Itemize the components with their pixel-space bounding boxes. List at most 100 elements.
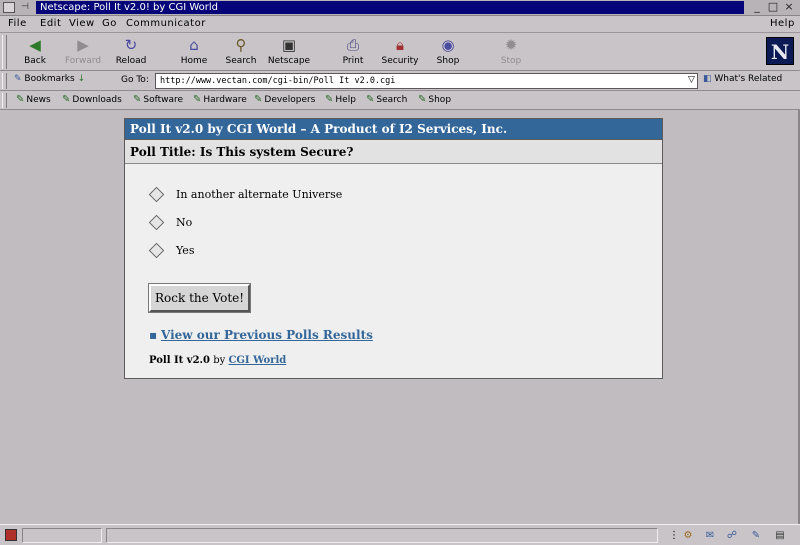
stop-label: Stop [500,56,522,66]
poll-credit: Poll It v2.0 by CGI World [149,355,286,366]
navigation-toolbar: ◀ Back ▶ Forward ↻ Reload ⌂ Home ⚲ Searc… [0,33,800,71]
related-icon: ◧ [703,74,712,84]
menu-go[interactable]: Go [102,18,117,29]
mail-icon[interactable]: ✉ [700,528,720,543]
print-label: Print [342,56,364,66]
location-toolbar: ✎ Bookmarks ↓ Go To: http://www.vectan.c… [0,71,800,91]
stop-button[interactable]: ✹ Stop [484,35,538,69]
reload-label: Reload [115,56,147,66]
component-bar-icon[interactable]: ▤ [770,528,790,543]
bookmark-icon: ✎ [254,94,263,105]
whats-related-label: What's Related [714,74,783,84]
security-label: Security [381,56,419,66]
page-content: Poll It v2.0 by CGI World – A Product of… [0,110,800,524]
option-label: Yes [176,244,195,257]
menu-communicator[interactable]: Communicator [126,18,206,29]
back-button[interactable]: ◀ Back [8,35,62,69]
personal-item-news[interactable]: ✎ News [16,94,51,105]
search-icon: ⚲ [235,36,247,54]
cgi-world-link[interactable]: CGI World [228,355,286,366]
personal-item-downloads[interactable]: ✎ Downloads [62,94,122,105]
vote-button[interactable]: Rock the Vote! [147,283,252,313]
toolbar-grip[interactable] [2,35,7,69]
forward-label: Forward [64,56,102,66]
discussions-icon[interactable]: ☍ [722,528,742,543]
personal-item-label: Hardware [203,95,247,105]
reload-button[interactable]: ↻ Reload [104,35,158,69]
netscape-icon: ▣ [281,36,297,54]
window-menu-icon[interactable] [3,2,15,13]
menu-bar: File Edit View Go Communicator Help [0,16,800,33]
arrow-right-icon: ▶ [77,36,89,54]
url-dropdown-icon[interactable]: ▽ [686,74,697,87]
poll-panel: Poll It v2.0 by CGI World – A Product of… [124,118,663,379]
home-icon: ⌂ [189,36,199,54]
previous-results-link[interactable]: View our Previous Polls Results [161,328,373,342]
close-button[interactable]: × [782,1,796,14]
search-label: Search [225,56,257,66]
bookmarks-label: Bookmarks [24,74,75,84]
arrow-left-icon: ◀ [29,36,41,54]
home-label: Home [180,56,208,66]
bookmark-icon: ✎ [418,94,427,105]
personal-item-label: Downloads [72,95,122,105]
radio-button[interactable] [148,214,165,230]
stop-icon: ✹ [504,36,518,54]
radio-button[interactable] [148,242,165,258]
status-message-field [106,528,658,543]
window-pin-icon[interactable]: ⊣ [18,2,32,13]
location-grip[interactable] [2,73,7,89]
personal-item-label: Software [143,95,184,105]
bookmark-icon: ✎ [16,94,25,105]
home-button[interactable]: ⌂ Home [167,35,221,69]
forward-button[interactable]: ▶ Forward [56,35,110,69]
bookmarks-button[interactable]: ✎ Bookmarks ↓ [14,74,85,84]
option-label: No [176,216,193,229]
personal-grip[interactable] [2,93,7,108]
poll-option-alternate-universe[interactable]: In another alternate Universe [148,186,343,202]
personal-item-label: Help [335,95,356,105]
composer-icon[interactable]: ✎ [746,528,766,543]
status-bar: ⋮ ⚙ ✉ ☍ ✎ ▤ [0,524,800,545]
bookmarks-icon: ✎ [14,74,22,84]
goto-label: Go To: [121,75,149,85]
url-input[interactable]: http://www.vectan.com/cgi-bin/Poll It v2… [155,73,698,89]
radio-button[interactable] [148,186,165,202]
whats-related-button[interactable]: ◧ What's Related [703,74,782,84]
poll-title: Poll Title: Is This system Secure? [125,140,662,164]
personal-item-label: Search [376,95,408,105]
menu-help[interactable]: Help [770,18,795,29]
option-label: In another alternate Universe [176,188,343,201]
minimize-button[interactable]: _ [750,1,764,14]
print-button[interactable]: ⎙ Print [326,35,380,69]
poll-option-no[interactable]: No [148,214,193,230]
personal-item-search[interactable]: ✎ Search [366,94,407,105]
bookmark-arrow-icon: ↓ [77,74,86,84]
personal-item-help[interactable]: ✎ Help [325,94,356,105]
security-status-icon[interactable] [5,529,17,541]
personal-item-software[interactable]: ✎ Software [133,94,183,105]
netscape-logo[interactable]: N [766,37,794,65]
previous-results: ▪ View our Previous Polls Results [149,328,373,342]
personal-item-shop[interactable]: ✎ Shop [418,94,451,105]
credit-by: by [213,355,226,366]
menu-view[interactable]: View [69,18,95,29]
menu-edit[interactable]: Edit [40,18,61,29]
personal-item-label: Developers [264,95,316,105]
shop-icon: ◉ [441,36,455,54]
netscape-button[interactable]: ▣ Netscape [262,35,316,69]
search-button[interactable]: ⚲ Search [214,35,268,69]
menu-file[interactable]: File [8,18,27,29]
security-button[interactable]: 🔒︎ Security [373,35,427,69]
poll-option-yes[interactable]: Yes [148,242,195,258]
window-title-bar: ⊣ Netscape: Poll It v2.0! by CGI World _… [0,0,800,16]
personal-item-label: News [26,95,51,105]
navigator-icon[interactable]: ⚙ [678,528,698,543]
personal-item-developers[interactable]: ✎ Developers [254,94,315,105]
back-label: Back [24,56,46,66]
print-icon: ⎙ [346,36,359,54]
personal-item-hardware[interactable]: ✎ Hardware [193,94,247,105]
bookmark-icon: ✎ [133,94,142,105]
shop-button[interactable]: ◉ Shop [421,35,475,69]
maximize-button[interactable]: □ [766,1,780,14]
